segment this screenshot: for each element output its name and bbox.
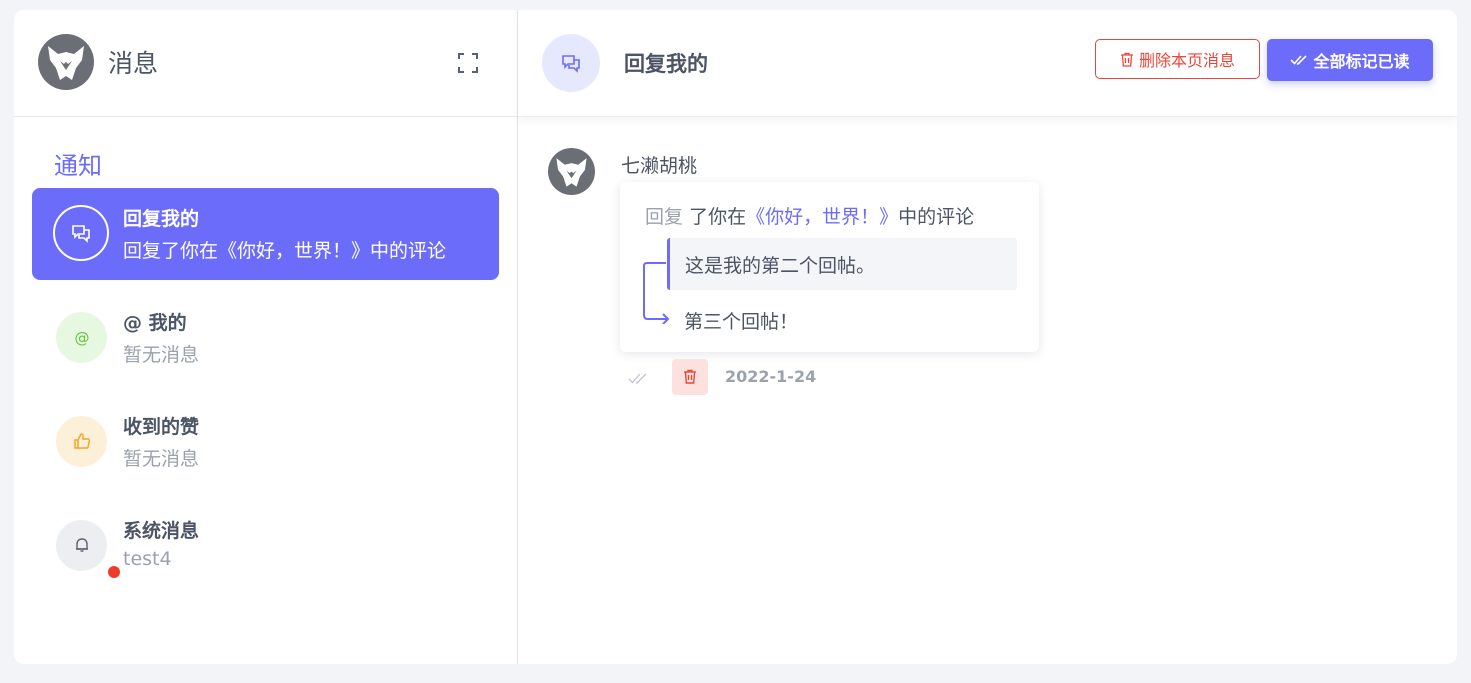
- delete-reply-button[interactable]: [672, 359, 708, 395]
- double-check-icon: [1290, 55, 1308, 65]
- sidebar-item-system[interactable]: 系统消息 test4: [32, 500, 499, 592]
- reply-text: 第三个回帖！: [684, 311, 799, 333]
- reply-prefix: 回复: [645, 206, 684, 228]
- sidebar-item-mentions[interactable]: @ @ 我的 暂无消息: [32, 292, 499, 384]
- unread-dot: [108, 566, 120, 578]
- at-icon: @: [56, 312, 107, 363]
- reply-date: 2022-1-24: [725, 367, 817, 386]
- sidebar-item-likes[interactable]: 收到的赞 暂无消息: [32, 396, 499, 488]
- avatar[interactable]: [548, 148, 595, 195]
- sidebar: 消息 通知 回复我的 回复了你在《你好，世界！》中的评论 @ @ 我的 暂无消息…: [14, 10, 518, 664]
- messages-card: 消息 通知 回复我的 回复了你在《你好，世界！》中的评论 @ @ 我的 暂无消息…: [14, 10, 1457, 664]
- quoted-text: 这是我的第二个回帖。: [685, 255, 876, 277]
- thumbs-up-icon: [56, 416, 107, 467]
- avatar[interactable]: [38, 34, 94, 90]
- reply-summary: 回复 了你在《你好，世界！》中的评论: [645, 202, 974, 229]
- section-label-notifications: 通知: [54, 152, 102, 180]
- chat-icon: [53, 205, 109, 261]
- reply-username[interactable]: 七濑胡桃: [621, 151, 697, 178]
- sidebar-title: 消息: [108, 49, 159, 78]
- mark-read-icon[interactable]: [628, 370, 648, 390]
- mark-all-read-label: 全部标记已读: [1313, 52, 1410, 71]
- bell-icon: [56, 520, 107, 571]
- page-title: 回复我的: [624, 52, 708, 76]
- content-header: 回复我的 删除本页消息 全部标记已读: [518, 10, 1457, 117]
- sidebar-item-label: 回复我的: [123, 208, 200, 230]
- mark-all-read-button[interactable]: 全部标记已读: [1267, 39, 1433, 81]
- delete-button-label: 删除本页消息: [1138, 51, 1235, 70]
- sidebar-item-replies[interactable]: 回复我的 回复了你在《你好，世界！》中的评论: [32, 188, 499, 280]
- svg-text:@: @: [75, 329, 90, 347]
- post-link[interactable]: 《你好，世界！》: [746, 206, 898, 228]
- delete-page-messages-button[interactable]: 删除本页消息: [1095, 39, 1260, 79]
- sidebar-item-label: 系统消息: [123, 520, 200, 542]
- sidebar-header: 消息: [14, 10, 517, 117]
- quoted-comment: 这是我的第二个回帖。: [667, 238, 1017, 290]
- sidebar-item-preview: test4: [123, 548, 172, 570]
- reply-arrow-icon: [643, 262, 670, 324]
- fullscreen-icon[interactable]: [455, 50, 481, 76]
- sidebar-item-label: 收到的赞: [123, 416, 200, 438]
- sidebar-item-preview: 暂无消息: [123, 448, 200, 470]
- sidebar-item-label: @ 我的: [123, 312, 187, 334]
- chat-icon: [542, 34, 600, 92]
- sidebar-item-preview: 暂无消息: [123, 344, 200, 366]
- sidebar-item-preview: 回复了你在《你好，世界！》中的评论: [123, 240, 447, 262]
- reply-suffix: 中的评论: [898, 206, 975, 228]
- reply-card: 回复 了你在《你好，世界！》中的评论 这是我的第二个回帖。 第三个回帖！: [620, 182, 1039, 352]
- reply-middle: 了你在: [689, 206, 747, 228]
- trash-icon: [1120, 52, 1133, 67]
- trash-icon: [684, 369, 696, 384]
